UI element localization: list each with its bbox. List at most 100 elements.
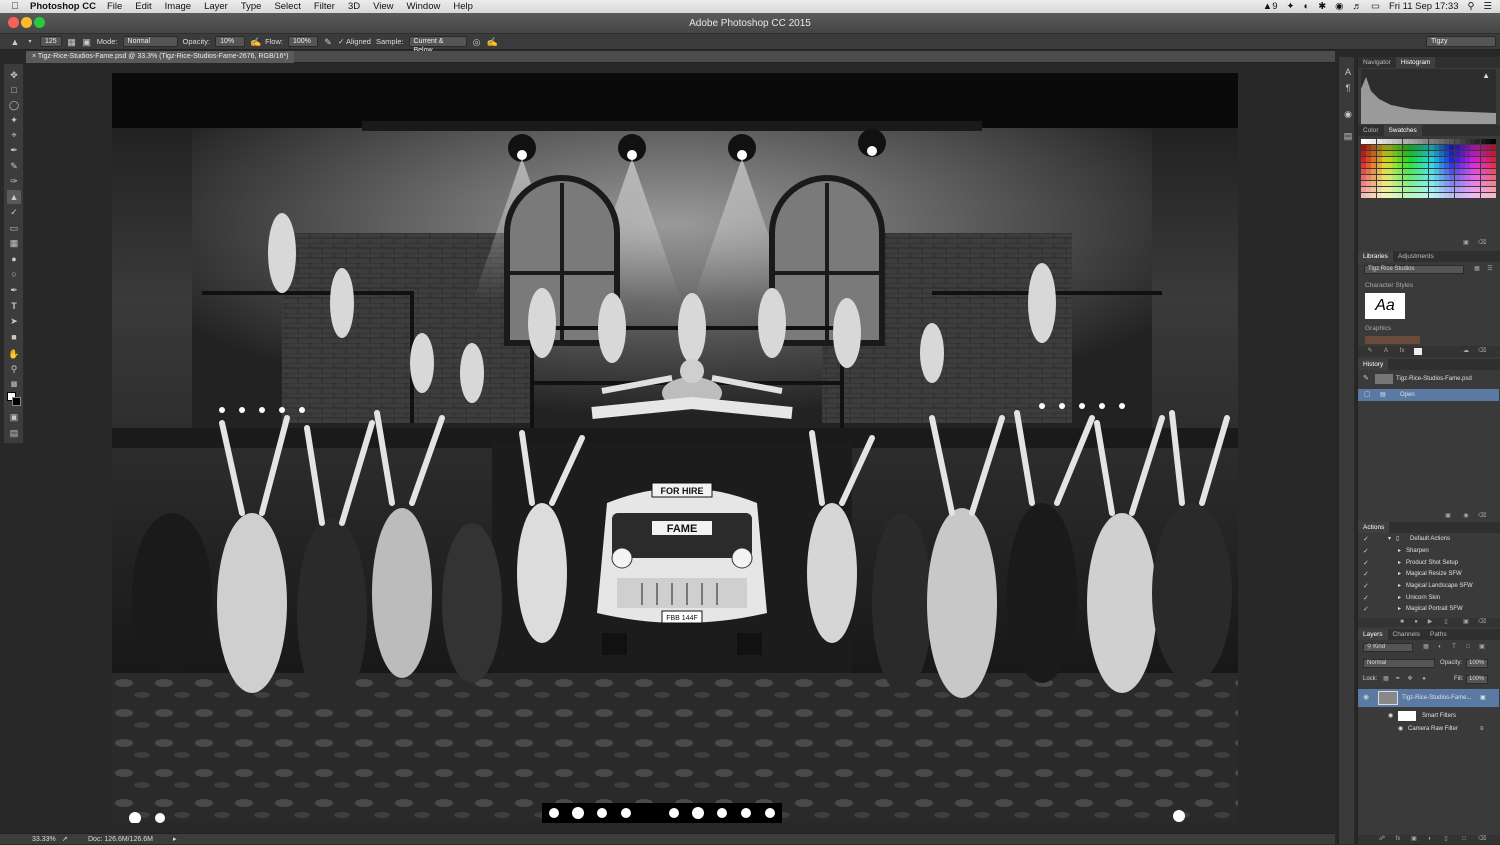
status-menu-arrow-icon[interactable]: ▸ — [173, 834, 177, 845]
tab-paths[interactable]: Paths — [1425, 629, 1452, 640]
smart-filter-mask[interactable] — [1398, 711, 1416, 721]
layer-opacity-input[interactable]: 100% — [1466, 659, 1488, 668]
airbrush-icon[interactable]: ✎ — [323, 37, 333, 47]
pressure-opacity-icon[interactable]: ✍ — [250, 37, 261, 47]
collapse-arrow-icon[interactable]: ▸ — [1398, 604, 1401, 615]
action-row[interactable]: ✓ ▸ Product Shot Setup — [1358, 558, 1499, 569]
type-tool-icon[interactable]: T — [7, 299, 21, 313]
filter-options-icon[interactable]: ≡ — [1480, 723, 1484, 735]
stop-action-icon[interactable]: ■ — [1398, 619, 1406, 626]
menu-help[interactable]: Help — [453, 1, 473, 12]
adobe-icon[interactable]: ▲9 — [1263, 1, 1278, 12]
collapse-arrow-icon[interactable]: ▸ — [1398, 558, 1401, 569]
actions-title[interactable]: Actions — [1358, 522, 1390, 533]
lock-transparent-icon[interactable]: ▦ — [1382, 676, 1390, 683]
new-swatch-icon[interactable]: ▣ — [1462, 240, 1470, 247]
menu-type[interactable]: Type — [241, 1, 262, 12]
apple-menu-icon[interactable]:  — [0, 1, 30, 12]
mode-dropdown[interactable]: Normal — [122, 36, 178, 47]
dropbox-icon[interactable]: ✦ — [1286, 1, 1294, 12]
menu-3d[interactable]: 3D — [348, 1, 360, 12]
document-tab[interactable]: × Tigz-Rice-Studios-Fame.psd @ 33.3% (Ti… — [26, 51, 295, 63]
close-tab-icon[interactable]: × — [32, 53, 36, 60]
color-swatch[interactable] — [1491, 139, 1496, 144]
share-icon[interactable]: ➚ — [62, 834, 68, 845]
brush-tool-icon[interactable]: ✑ — [7, 174, 21, 188]
screen-mode-icon[interactable]: ▤ — [7, 426, 21, 440]
tab-histogram[interactable]: Histogram — [1395, 57, 1436, 68]
menu-view[interactable]: View — [373, 1, 393, 12]
histogram-warning-icon[interactable]: ▲ — [1482, 71, 1490, 80]
menu-window[interactable]: Window — [407, 1, 441, 12]
brush-panel-icon[interactable]: ▦ — [67, 37, 77, 47]
hand-tool-icon[interactable]: ✋ — [7, 347, 21, 361]
tab-libraries[interactable]: Libraries — [1358, 251, 1393, 262]
library-selector[interactable]: Tigz Rice Studios — [1364, 265, 1464, 274]
document-canvas[interactable]: FAME FOR HIRE FBB 144F — [112, 73, 1238, 823]
opacity-input[interactable]: 10% — [215, 36, 246, 47]
marquee-tool-icon[interactable]: □ — [7, 83, 21, 97]
healing-brush-tool-icon[interactable]: ✎ — [7, 159, 21, 173]
color-swatch[interactable] — [1491, 193, 1496, 198]
collapse-arrow-icon[interactable]: ▸ — [1398, 581, 1401, 592]
brush-presets-icon[interactable]: ◉ — [1341, 107, 1355, 121]
sample-dropdown[interactable]: Current & Below — [408, 36, 467, 54]
list-view-icon[interactable]: ☰ — [1486, 266, 1494, 273]
add-character-style-icon[interactable]: A — [1382, 348, 1390, 355]
canvas-area[interactable]: FAME FOR HIRE FBB 144F — [26, 63, 1335, 833]
cc-sync-icon[interactable]: ☁ — [1462, 348, 1470, 355]
menu-filter[interactable]: Filter — [314, 1, 335, 12]
filter-adjustment-icon[interactable]: ◐ — [1436, 644, 1444, 651]
clone-stamp-tool-preset-icon[interactable]: ▲ — [10, 37, 20, 47]
pressure-size-icon[interactable]: ✍ — [487, 37, 498, 47]
default-colors-icon[interactable]: ▩ — [7, 378, 21, 392]
bluetooth-icon[interactable]: ✱ — [1318, 1, 1326, 12]
color-swatch[interactable] — [1491, 169, 1496, 174]
new-group-icon[interactable]: ▯ — [1442, 836, 1450, 843]
zoom-level[interactable]: 33.33% — [32, 834, 56, 845]
character-style-sample[interactable]: Aa — [1365, 293, 1405, 319]
filter-type-icon[interactable]: T — [1450, 644, 1458, 651]
workspace-switcher[interactable]: Tigzy — [1426, 36, 1496, 47]
clone-stamp-tool-icon[interactable]: ▲ — [7, 190, 21, 204]
action-row[interactable]: ✓ ▸ Sharpen — [1358, 546, 1499, 557]
collapse-arrow-icon[interactable]: ▸ — [1398, 569, 1401, 580]
flow-input[interactable]: 100% — [287, 36, 318, 47]
properties-panel-icon[interactable]: ▤ — [1341, 129, 1355, 143]
new-adjustment-layer-icon[interactable]: ◐ — [1426, 836, 1434, 843]
delete-action-icon[interactable]: ⌫ — [1478, 619, 1486, 626]
expand-arrow-icon[interactable]: ▾ — [1388, 534, 1391, 545]
app-menu[interactable]: Photoshop CC — [30, 1, 96, 12]
rectangle-tool-icon[interactable]: ■ — [7, 330, 21, 344]
character-panel-icon[interactable]: A — [1341, 65, 1355, 79]
action-row[interactable]: ✓ ▸ Magical Resize SFW — [1358, 569, 1499, 580]
color-swatch[interactable] — [1491, 187, 1496, 192]
color-swatch[interactable] — [1491, 181, 1496, 186]
wifi-icon[interactable]: ◉ — [1335, 1, 1343, 12]
battery-icon[interactable]: ▭ — [1371, 1, 1380, 12]
camera-raw-visibility-icon[interactable]: ◉ — [1398, 723, 1403, 735]
history-brush-source-icon[interactable]: ✎ — [1363, 372, 1369, 386]
color-swatch[interactable] — [1491, 175, 1496, 180]
color-swatch[interactable] — [1491, 163, 1496, 168]
background-color-swatch[interactable] — [12, 397, 21, 406]
action-toggle[interactable]: ✓ — [1363, 604, 1369, 615]
menu-file[interactable]: File — [107, 1, 122, 12]
action-toggle[interactable]: ✓ — [1363, 569, 1369, 580]
new-document-from-state-icon[interactable]: ▣ — [1444, 513, 1452, 520]
camera-raw-filter-row[interactable]: ◉ Camera Raw Filter ≡ — [1358, 723, 1499, 735]
history-snapshot[interactable]: ✎ Tigz-Rice-Studios-Fame.psd — [1358, 372, 1499, 386]
delete-layer-icon[interactable]: ⌫ — [1478, 836, 1486, 843]
action-toggle[interactable]: ✓ — [1363, 546, 1369, 557]
delete-state-icon[interactable]: ⌫ — [1478, 513, 1486, 520]
add-graphic-icon[interactable]: ✎ — [1366, 348, 1374, 355]
action-toggle[interactable]: ✓ — [1363, 558, 1369, 569]
history-title[interactable]: History — [1358, 359, 1389, 370]
path-selection-tool-icon[interactable]: ➤ — [7, 314, 21, 328]
layer-style-icon[interactable]: fx — [1394, 836, 1402, 843]
layer-row[interactable]: ◉ Tigz-Rice-Studios-Fame... ▣ — [1358, 689, 1499, 707]
action-row[interactable]: ✓ ▸ Magical Portrait SFW — [1358, 604, 1499, 615]
menu-edit[interactable]: Edit — [135, 1, 151, 12]
crop-tool-icon[interactable]: ⌖ — [7, 128, 21, 142]
filter-pixel-icon[interactable]: ▦ — [1422, 644, 1430, 651]
